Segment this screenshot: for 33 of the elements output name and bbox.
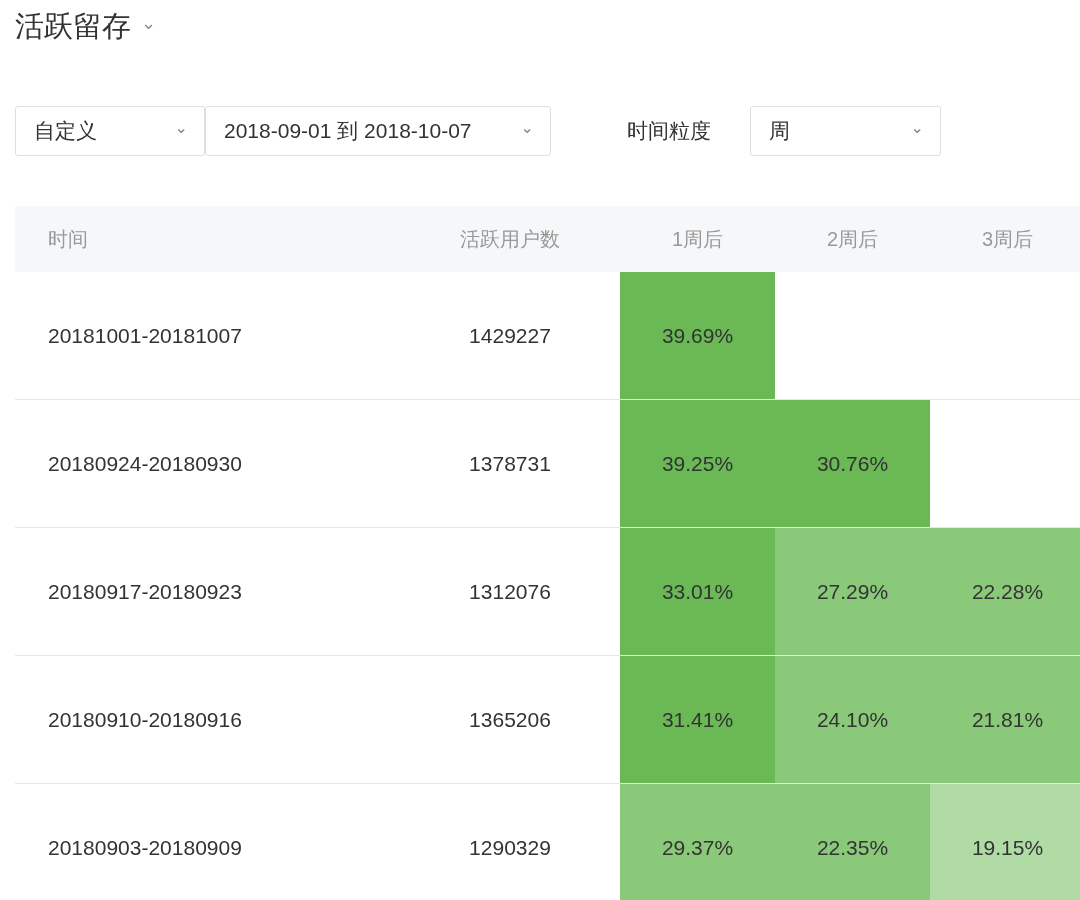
column-header: 3周后 xyxy=(980,226,1035,252)
table-cell-text: 20181001-20181007 xyxy=(47,322,243,349)
table-cell-text: 20180917-20180923 xyxy=(47,578,243,605)
page-title: 活跃留存 xyxy=(15,9,131,44)
retention-cell: 24.10% xyxy=(775,656,930,783)
dropdown[interactable]: 自定义 ⌄ xyxy=(15,106,205,156)
table-cell-text: 20180924-20180930 xyxy=(47,450,243,477)
dropdown[interactable]: 2018-09-01 到 2018-10-07 ⌄ xyxy=(205,106,551,156)
table-cell-text: 1312076 xyxy=(468,578,552,605)
column-header: 时间 xyxy=(47,226,89,252)
table-cell-text: 20180910-20180916 xyxy=(47,706,243,733)
retention-cell: 39.25% xyxy=(620,400,775,527)
table-cell-text: 1290329 xyxy=(468,834,552,861)
retention-cell: 22.35% xyxy=(775,784,930,900)
granularity-dropdown[interactable]: 周 ⌄ xyxy=(750,106,941,156)
table-cell-text: 1429227 xyxy=(468,322,552,349)
table-cell-text: 1378731 xyxy=(468,450,552,477)
retention-cell: 27.29% xyxy=(775,528,930,655)
retention-cell: 30.76% xyxy=(775,400,930,527)
retention-cell: 39.69% xyxy=(620,272,775,399)
retention-cell: 21.81% xyxy=(930,656,1080,783)
caret-icon[interactable]: ⌄ xyxy=(141,12,157,34)
retention-cell: 31.41% xyxy=(620,656,775,783)
retention-cell: 19.15% xyxy=(930,784,1080,900)
retention-cell: 33.01% xyxy=(620,528,775,655)
granularity-label: 时间粒度 xyxy=(627,118,712,144)
retention-cell: 22.28% xyxy=(930,528,1080,655)
table-cell-text: 1365206 xyxy=(468,706,552,733)
retention-cell: 29.37% xyxy=(620,784,775,900)
column-header: 2周后 xyxy=(825,226,880,252)
column-header: 活跃用户数 xyxy=(459,226,561,252)
table-cell-text: 20180903-20180909 xyxy=(47,834,243,861)
column-header: 1周后 xyxy=(670,226,725,252)
